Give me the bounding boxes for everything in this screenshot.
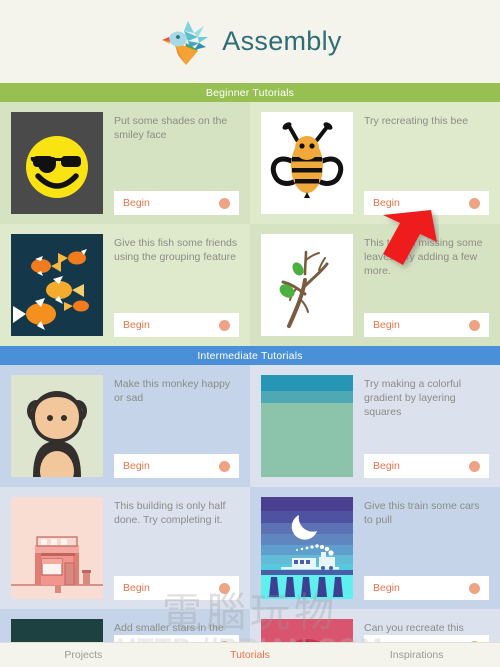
tab-inspirations-label: Inspirations bbox=[389, 649, 444, 661]
begin-button-label: Begin bbox=[123, 582, 150, 594]
begin-button-label: Begin bbox=[373, 319, 400, 331]
tutorial-card-gradient[interactable]: Try making a colorful gradient by layeri… bbox=[250, 365, 500, 487]
origami-bird-logo-icon bbox=[158, 17, 212, 67]
begin-button[interactable]: Begin bbox=[364, 191, 489, 215]
begin-button-dot-icon bbox=[219, 460, 230, 472]
tutorial-card-bee[interactable]: Try recreating this bee Begin bbox=[250, 102, 500, 224]
bare-tree-branch-thumbnail-icon bbox=[261, 234, 353, 336]
card-body: Put some shades on the smiley face Begin bbox=[114, 112, 239, 215]
begin-button[interactable]: Begin bbox=[114, 313, 239, 337]
goldfish-school-thumbnail-icon bbox=[11, 234, 103, 336]
begin-button[interactable]: Begin bbox=[364, 576, 489, 600]
tutorial-description: Add smaller stars in the bbox=[114, 622, 224, 634]
tutorial-description: This building is only half done. Try com… bbox=[114, 500, 226, 526]
begin-button[interactable]: Begin bbox=[364, 454, 489, 478]
begin-button-dot-icon bbox=[219, 319, 230, 331]
intermediate-tutorials-grid: Make this monkey happy or sad Begin Try … bbox=[0, 365, 500, 667]
begin-button-label: Begin bbox=[373, 582, 400, 594]
bottom-tab-bar: Projects Tutorials Inspirations bbox=[0, 642, 500, 667]
card-body: This tree is missing some leaves. Try ad… bbox=[364, 234, 489, 337]
begin-button-dot-icon bbox=[469, 319, 480, 331]
tutorial-description: Try making a colorful gradient by layeri… bbox=[364, 378, 462, 418]
tutorial-card-tree[interactable]: This tree is missing some leaves. Try ad… bbox=[250, 210, 500, 346]
begin-button-dot-icon bbox=[469, 197, 480, 209]
tutorial-card-monkey[interactable]: Make this monkey happy or sad Begin bbox=[0, 365, 250, 487]
tutorial-card-building[interactable]: This building is only half done. Try com… bbox=[0, 487, 250, 609]
tab-projects-label: Projects bbox=[64, 649, 103, 661]
smiley-sunglasses-thumbnail-icon bbox=[11, 112, 103, 214]
card-body: Give this train some cars to pull Begin bbox=[364, 497, 489, 600]
begin-button[interactable]: Begin bbox=[364, 313, 489, 337]
begin-button-label: Begin bbox=[123, 319, 150, 331]
tutorial-description: Put some shades on the smiley face bbox=[114, 115, 228, 141]
tutorial-description: Give this fish some friends using the gr… bbox=[114, 237, 238, 263]
begin-button[interactable]: Begin bbox=[114, 191, 239, 215]
tutorial-card-train[interactable]: Give this train some cars to pull Begin bbox=[250, 487, 500, 609]
begin-button-label: Begin bbox=[123, 460, 150, 472]
begin-button-label: Begin bbox=[373, 197, 400, 209]
tutorial-description: Try recreating this bee bbox=[364, 115, 469, 127]
card-body: Give this fish some friends using the gr… bbox=[114, 234, 239, 337]
pink-storefront-building-thumbnail-icon bbox=[11, 497, 103, 599]
section-header-intermediate: Intermediate Tutorials bbox=[0, 346, 500, 365]
begin-button-dot-icon bbox=[219, 197, 230, 209]
tutorial-description: Make this monkey happy or sad bbox=[114, 378, 231, 404]
section-header-beginner-label: Beginner Tutorials bbox=[205, 86, 295, 99]
bee-thumbnail-icon bbox=[261, 112, 353, 214]
begin-button-dot-icon bbox=[469, 460, 480, 472]
begin-button[interactable]: Begin bbox=[114, 454, 239, 478]
tutorial-card-fish[interactable]: Give this fish some friends using the gr… bbox=[0, 224, 250, 346]
begin-button-dot-icon bbox=[219, 582, 230, 594]
tab-projects[interactable]: Projects bbox=[0, 643, 167, 667]
brand-title: Assembly bbox=[222, 26, 342, 56]
night-train-bridge-thumbnail-icon bbox=[261, 497, 353, 599]
app-header: Assembly bbox=[0, 0, 500, 83]
section-header-intermediate-label: Intermediate Tutorials bbox=[197, 349, 303, 362]
begin-button-label: Begin bbox=[123, 197, 150, 209]
tab-tutorials-label: Tutorials bbox=[230, 649, 270, 661]
monkey-face-thumbnail-icon bbox=[11, 375, 103, 477]
tutorial-description: This tree is missing some leaves. Try ad… bbox=[364, 237, 483, 277]
section-header-beginner: Beginner Tutorials bbox=[0, 83, 500, 102]
tutorial-description: Can you recreate this bbox=[364, 622, 464, 634]
tab-tutorials[interactable]: Tutorials bbox=[167, 643, 334, 667]
begin-button-dot-icon bbox=[469, 582, 480, 594]
teal-gradient-squares-thumbnail-icon bbox=[261, 375, 353, 477]
tab-inspirations[interactable]: Inspirations bbox=[333, 643, 500, 667]
card-body: Make this monkey happy or sad Begin bbox=[114, 375, 239, 478]
card-body: Try recreating this bee Begin bbox=[364, 112, 489, 215]
card-body: This building is only half done. Try com… bbox=[114, 497, 239, 600]
begin-button-label: Begin bbox=[373, 460, 400, 472]
beginner-tutorials-grid: Put some shades on the smiley face Begin bbox=[0, 102, 500, 346]
card-body: Try making a colorful gradient by layeri… bbox=[364, 375, 489, 478]
tutorial-description: Give this train some cars to pull bbox=[364, 500, 480, 526]
begin-button[interactable]: Begin bbox=[114, 576, 239, 600]
tutorial-card-smiley[interactable]: Put some shades on the smiley face Begin bbox=[0, 102, 250, 224]
app-root: Assembly Beginner Tutorials Put some sha… bbox=[0, 0, 500, 667]
